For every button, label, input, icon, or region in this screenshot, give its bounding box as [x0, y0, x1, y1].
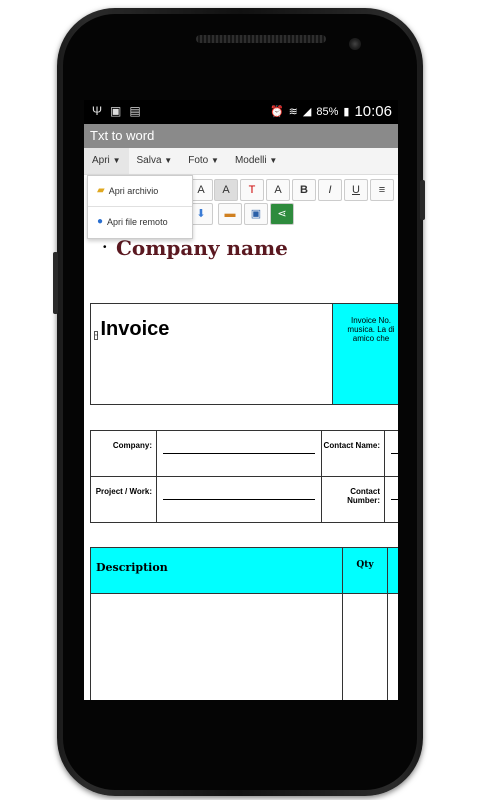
font-size-button[interactable]: T	[240, 179, 264, 201]
italic-button[interactable]: I	[318, 179, 342, 201]
description-cell[interactable]	[90, 593, 343, 700]
field-line	[391, 453, 398, 454]
menu-modelli[interactable]: Modelli ▼	[227, 148, 285, 174]
project-label: Project / Work:	[90, 476, 157, 523]
bullet: •	[103, 242, 107, 253]
signal-icon: ◢	[302, 106, 312, 118]
menu-bar: Apri ▼ Salva ▼ Foto ▼ Modelli ▼	[84, 148, 398, 175]
company-field[interactable]	[156, 430, 322, 477]
clipboard-icon: ▤	[129, 104, 141, 118]
status-bar: Ψ ▣ ▤ ⏰ ≋ ◢ 85% ▮ 10:06	[84, 100, 398, 124]
menu-salva[interactable]: Salva ▼	[129, 148, 181, 174]
contact-name-label: Contact Name:	[321, 430, 385, 477]
menu-apri[interactable]: Apri ▼	[84, 148, 129, 174]
save-icon[interactable]: ▣	[244, 203, 268, 225]
invoice-note: Invoice No. musica. La di amico che	[332, 303, 398, 405]
font-family-button[interactable]: A	[266, 179, 290, 201]
invoice-title: Invoice	[100, 318, 170, 340]
invoice-title-cell: ▫ Invoice	[90, 303, 333, 405]
contact-number-label: Contact Number:	[321, 476, 385, 523]
caret-down-icon: ▼	[269, 156, 278, 165]
folder-icon: ▰	[97, 185, 105, 196]
company-name: Company name	[116, 236, 288, 260]
image-placeholder-icon: ▫	[94, 331, 99, 340]
extra-cell[interactable]	[387, 593, 398, 700]
qty-header: Qty	[342, 547, 388, 594]
alarm-icon: ⏰	[269, 106, 284, 118]
share-icon[interactable]: ⋖	[270, 203, 294, 225]
apri-dropdown: ▰ Apri archivio ● Apri file remoto	[87, 175, 193, 239]
apri-file-remoto-item[interactable]: ● Apri file remoto	[88, 207, 192, 237]
screen: Ψ ▣ ▤ ⏰ ≋ ◢ 85% ▮ 10:06 Txt to word Apri…	[84, 100, 398, 700]
field-line	[391, 499, 398, 500]
caret-down-icon: ▼	[112, 156, 121, 165]
underline-button[interactable]: U	[344, 179, 368, 201]
extra-header	[387, 547, 398, 594]
hd-icon: ▣	[110, 104, 122, 118]
app-title: Txt to word	[84, 124, 398, 148]
front-camera	[349, 38, 361, 50]
caret-down-icon: ▼	[164, 156, 173, 165]
apri-archivio-item[interactable]: ▰ Apri archivio	[88, 176, 192, 206]
company-info-table: Company: Contact Name: Project / Work: C…	[90, 430, 398, 523]
invoice-header-table: ▫ Invoice Invoice No. musica. La di amico…	[90, 303, 398, 405]
highlight-button[interactable]: A	[214, 179, 238, 201]
contact-number-field[interactable]	[384, 476, 398, 523]
image-icon[interactable]: ▬	[218, 203, 242, 225]
items-table: Description Qty	[90, 547, 398, 700]
power-button	[420, 180, 425, 220]
usb-icon: Ψ	[92, 104, 103, 118]
speaker-grille	[196, 35, 326, 43]
qty-cell[interactable]	[342, 593, 388, 700]
contact-name-field[interactable]	[384, 430, 398, 477]
globe-icon: ●	[97, 216, 104, 227]
wifi-icon: ≋	[288, 106, 298, 118]
field-line	[163, 499, 315, 500]
bold-button[interactable]: B	[292, 179, 316, 201]
company-label: Company:	[90, 430, 157, 477]
field-line	[163, 453, 315, 454]
battery-level: 85%	[316, 105, 339, 118]
clock: 10:06	[354, 103, 392, 120]
battery-icon: ▮	[343, 106, 350, 118]
caret-down-icon: ▼	[211, 156, 219, 165]
project-field[interactable]	[156, 476, 322, 523]
description-header: Description	[90, 547, 343, 594]
align-left-icon[interactable]: ≡	[370, 179, 394, 201]
volume-button	[53, 252, 58, 314]
menu-foto[interactable]: Foto ▼	[180, 148, 227, 174]
